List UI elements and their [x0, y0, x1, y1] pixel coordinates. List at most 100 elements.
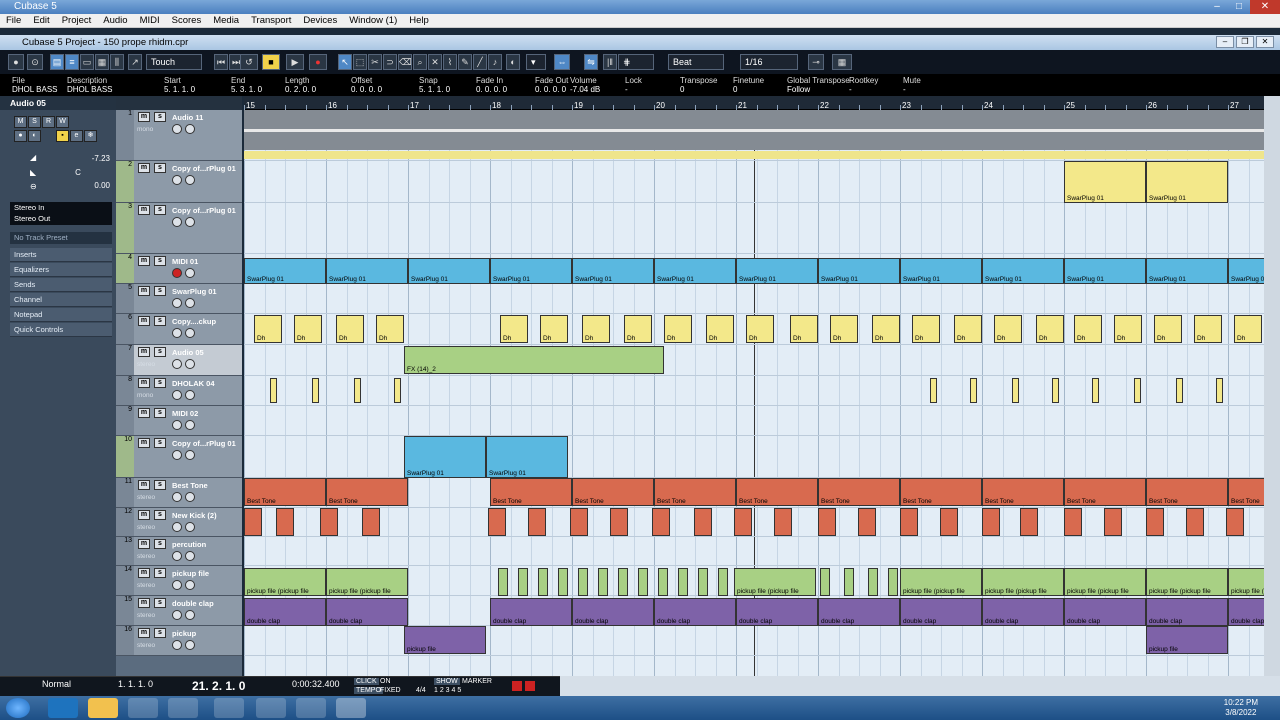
kick-hit[interactable] — [1226, 508, 1244, 536]
dholak-hit[interactable] — [270, 378, 277, 403]
dholak-hit[interactable] — [354, 378, 361, 403]
track-lane-9[interactable] — [244, 406, 1264, 436]
track-solo-button[interactable]: s — [154, 539, 166, 549]
track-monitor-icon[interactable] — [185, 492, 195, 502]
best-tone-part[interactable]: Best Tone — [654, 478, 736, 506]
cubase-taskbar-icon[interactable] — [336, 698, 366, 718]
dholak-hit[interactable] — [394, 378, 401, 403]
double-clap-part[interactable]: double clap — [1228, 598, 1264, 626]
double-clap-part[interactable]: double clap — [900, 598, 982, 626]
inspector-write-button[interactable]: W — [56, 116, 69, 128]
track-header-9[interactable]: 9 m s MIDI 02 — [116, 406, 242, 436]
track-mute-button[interactable]: m — [138, 628, 150, 638]
record-mode[interactable]: Normal — [42, 679, 71, 689]
info-field-4[interactable]: Length 0. 2. 0. 0 — [285, 76, 316, 94]
track-name[interactable]: pickup file — [172, 569, 240, 578]
pickup-hit[interactable] — [658, 568, 668, 596]
chrome-icon[interactable] — [168, 698, 198, 718]
track-monitor-icon[interactable] — [185, 298, 195, 308]
info-field-10[interactable]: Lock - — [625, 76, 642, 94]
track-monitor-icon[interactable] — [185, 522, 195, 532]
info-value[interactable]: 0 — [733, 85, 764, 94]
info-value[interactable]: - — [625, 85, 642, 94]
zoom-tool-icon[interactable]: ⌕ — [413, 54, 427, 70]
track-header-7[interactable]: 7 m s Audio 05 stereo — [116, 345, 242, 376]
dh-part[interactable]: Dh — [1074, 315, 1102, 343]
tempo-label[interactable]: TEMPO — [354, 687, 383, 694]
track-name[interactable]: Copy....ckup — [172, 317, 240, 326]
activate-project-icon[interactable]: ● — [8, 54, 24, 70]
dh-part[interactable]: Dh — [294, 315, 322, 343]
dh-part[interactable]: Dh — [1114, 315, 1142, 343]
track-solo-button[interactable]: s — [154, 598, 166, 608]
info-field-12[interactable]: Finetune 0 — [733, 76, 764, 94]
pickup-hit[interactable] — [820, 568, 830, 596]
kick-hit[interactable] — [900, 508, 918, 536]
double-clap-part[interactable]: double clap — [736, 598, 818, 626]
cycle-icon[interactable]: ↺ — [240, 54, 258, 70]
kick-hit[interactable] — [1186, 508, 1204, 536]
menu-midi[interactable]: MIDI — [134, 14, 166, 27]
track-record-icon[interactable] — [172, 298, 182, 308]
track-record-icon[interactable] — [172, 551, 182, 561]
info-value[interactable]: 0. 0. 0. 0 — [535, 85, 568, 94]
double-clap-part[interactable]: double clap — [1146, 598, 1228, 626]
track-name[interactable]: Copy of...rPlug 01 — [172, 439, 240, 448]
inspector-record-icon[interactable]: ● — [14, 130, 27, 142]
color-select[interactable]: ▾ — [526, 54, 546, 70]
track-record-icon[interactable] — [172, 268, 182, 278]
output-routing[interactable]: Stereo Out — [10, 213, 112, 225]
click-label[interactable]: CLICK — [354, 678, 379, 685]
track-monitor-icon[interactable] — [185, 268, 195, 278]
track-record-icon[interactable] — [172, 420, 182, 430]
track-solo-button[interactable]: s — [154, 205, 166, 215]
swarplug-part[interactable]: SwarPlug 01 — [1146, 161, 1228, 203]
menu-media[interactable]: Media — [207, 14, 245, 27]
track-header-14[interactable]: 14 m s pickup file stereo — [116, 566, 242, 596]
track-monitor-icon[interactable] — [185, 420, 195, 430]
kick-hit[interactable] — [244, 508, 262, 536]
swarplug-part[interactable]: SwarPlug 01 — [1064, 258, 1146, 284]
audio-05-event[interactable]: FX (14)_2 — [404, 346, 664, 374]
inspector-mute-button[interactable]: M — [14, 116, 27, 128]
pickup-file-part[interactable]: pickup file (pickup file — [244, 568, 326, 596]
show-pool-icon[interactable]: ▦ — [95, 54, 109, 70]
constrain-delay-icon[interactable]: ⊙ — [27, 54, 43, 70]
info-value[interactable]: - — [849, 85, 878, 94]
track-lane-16[interactable] — [244, 626, 1264, 656]
track-name[interactable]: Copy of...rPlug 01 — [172, 206, 240, 215]
kick-hit[interactable] — [652, 508, 670, 536]
info-field-1[interactable]: Description DHOL BASS — [67, 76, 113, 94]
track-mute-button[interactable]: m — [138, 408, 150, 418]
info-value[interactable]: 0 — [680, 85, 718, 94]
swarplug-part[interactable]: SwarPlug 01 — [490, 258, 572, 284]
pickup-part[interactable]: pickup file — [1146, 626, 1228, 654]
swarplug-part[interactable]: SwarPlug 01 — [654, 258, 736, 284]
track-record-icon[interactable] — [172, 640, 182, 650]
best-tone-part[interactable]: Best Tone — [900, 478, 982, 506]
grid-icon[interactable]: ⋕ — [618, 54, 654, 70]
pickup-hit[interactable] — [518, 568, 528, 596]
kick-hit[interactable] — [1146, 508, 1164, 536]
inspector-monitor-icon[interactable]: ◐ — [28, 130, 41, 142]
inspector-section-inserts[interactable]: Inserts — [10, 248, 112, 262]
track-header-15[interactable]: 15 m s double clap stereo — [116, 596, 242, 626]
dh-part[interactable]: Dh — [540, 315, 568, 343]
track-monitor-icon[interactable] — [185, 390, 195, 400]
inspector-delay-value[interactable]: 0.00 — [46, 181, 110, 191]
menu-scores[interactable]: Scores — [166, 14, 208, 27]
inspector-read-button[interactable]: R — [42, 116, 55, 128]
position-display[interactable]: 21. 2. 1. 0 — [192, 679, 245, 693]
dh-part[interactable]: Dh — [912, 315, 940, 343]
track-mute-button[interactable]: m — [138, 286, 150, 296]
swarplug-part[interactable]: SwarPlug 01 — [1228, 258, 1264, 284]
track-header-6[interactable]: 6 m s Copy....ckup — [116, 314, 242, 345]
project-minimize-icon[interactable]: – — [1216, 36, 1234, 48]
double-clap-part[interactable]: double clap — [818, 598, 900, 626]
track-header-3[interactable]: 3 m s Copy of...rPlug 01 — [116, 203, 242, 254]
dh-part[interactable]: Dh — [1036, 315, 1064, 343]
close-icon[interactable]: ✕ — [1250, 0, 1280, 14]
track-header-10[interactable]: 10 m s Copy of...rPlug 01 — [116, 436, 242, 478]
track-mute-button[interactable]: m — [138, 205, 150, 215]
track-monitor-icon[interactable] — [185, 328, 195, 338]
